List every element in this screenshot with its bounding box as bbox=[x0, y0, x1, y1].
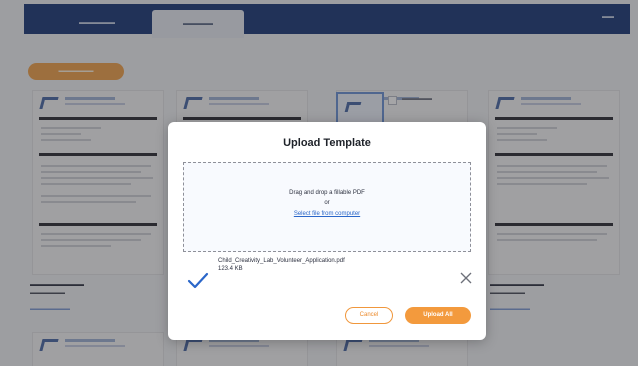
upload-all-button[interactable]: Upload All bbox=[405, 307, 471, 324]
upload-template-modal: Upload Template Drag and drop a fillable… bbox=[168, 122, 486, 340]
uploaded-file-name: Child_Creativity_Lab_Volunteer_Applicati… bbox=[218, 258, 345, 264]
file-dropzone[interactable]: Drag and drop a fillable PDF or Select f… bbox=[183, 162, 471, 252]
cancel-button[interactable]: Cancel bbox=[345, 307, 393, 324]
close-icon[interactable] bbox=[460, 272, 472, 284]
dropzone-instruction: Drag and drop a fillable PDF bbox=[289, 190, 365, 196]
dropzone-or: or bbox=[324, 200, 330, 206]
select-file-link[interactable]: Select file from computer bbox=[184, 211, 470, 217]
checkmark-icon bbox=[187, 272, 209, 289]
uploaded-file-size: 123.4 KB bbox=[218, 266, 243, 272]
modal-title: Upload Template bbox=[283, 137, 371, 149]
